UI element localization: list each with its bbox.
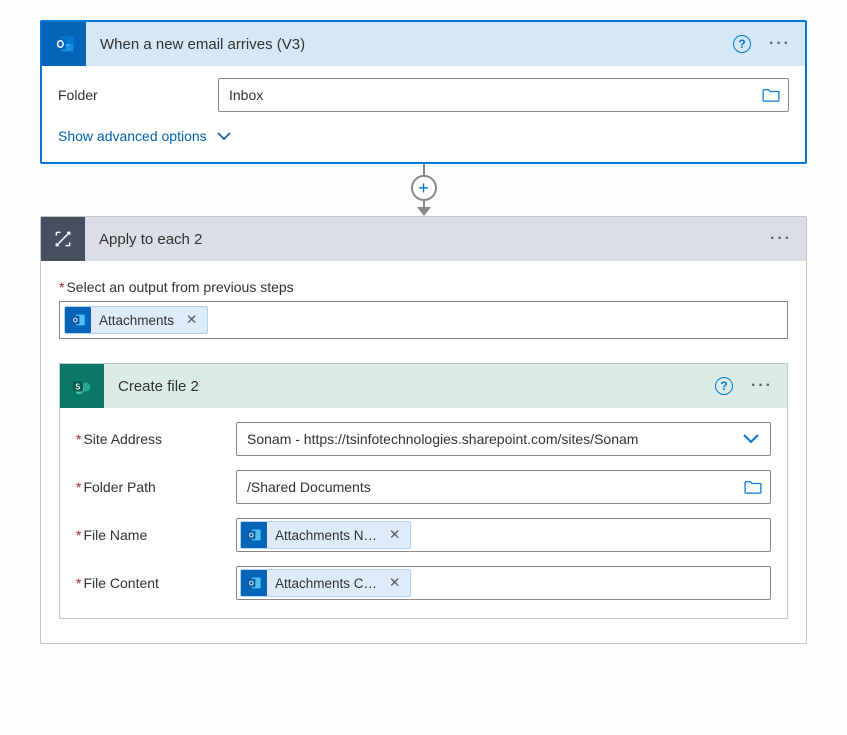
folder-picker-icon[interactable] bbox=[762, 88, 780, 102]
remove-token-icon[interactable]: ✕ bbox=[385, 527, 404, 543]
outlook-icon bbox=[65, 307, 91, 333]
trigger-title: When a new email arrives (V3) bbox=[86, 36, 805, 53]
sharepoint-icon bbox=[60, 364, 104, 408]
attachments-token[interactable]: Attachments ✕ bbox=[64, 306, 208, 334]
trigger-header[interactable]: When a new email arrives (V3) ? ··· bbox=[42, 22, 805, 66]
remove-token-icon[interactable]: ✕ bbox=[182, 312, 201, 328]
site-address-label: Site Address bbox=[76, 431, 236, 447]
help-icon[interactable]: ? bbox=[733, 35, 751, 53]
select-output-field[interactable]: Attachments ✕ bbox=[59, 301, 788, 339]
file-name-label: File Name bbox=[76, 527, 236, 543]
create-file-title: Create file 2 bbox=[104, 378, 787, 395]
loop-icon bbox=[41, 217, 85, 261]
arrow-down-icon bbox=[417, 207, 431, 216]
select-output-label: Select an output from previous steps bbox=[59, 279, 788, 295]
apply-to-each-card: Apply to each 2 ··· Select an output fro… bbox=[40, 216, 807, 644]
chevron-down-icon bbox=[217, 131, 231, 141]
add-step-button[interactable]: + bbox=[411, 175, 437, 201]
apply-to-each-menu-button[interactable]: ··· bbox=[770, 230, 796, 248]
apply-to-each-title: Apply to each 2 bbox=[85, 231, 806, 248]
help-icon[interactable]: ? bbox=[715, 377, 733, 395]
create-file-card: Create file 2 ? ··· Site Address Sonam -… bbox=[59, 363, 788, 619]
folder-input[interactable]: Inbox bbox=[218, 78, 789, 112]
outlook-icon bbox=[241, 570, 267, 596]
file-name-input[interactable]: Attachments N… ✕ bbox=[236, 518, 771, 552]
site-address-select[interactable]: Sonam - https://tsinfotechnologies.share… bbox=[236, 422, 771, 456]
folder-picker-icon[interactable] bbox=[744, 480, 762, 494]
create-file-menu-button[interactable]: ··· bbox=[751, 377, 777, 395]
outlook-icon bbox=[241, 522, 267, 548]
file-content-label: File Content bbox=[76, 575, 236, 591]
folder-label: Folder bbox=[58, 87, 218, 103]
folder-path-label: Folder Path bbox=[76, 479, 236, 495]
outlook-icon bbox=[42, 22, 86, 66]
folder-path-input[interactable]: /Shared Documents bbox=[236, 470, 771, 504]
file-content-input[interactable]: Attachments C… ✕ bbox=[236, 566, 771, 600]
remove-token-icon[interactable]: ✕ bbox=[385, 575, 404, 591]
chevron-down-icon bbox=[742, 433, 760, 445]
trigger-card: When a new email arrives (V3) ? ··· Fold… bbox=[40, 20, 807, 164]
attachments-content-token[interactable]: Attachments C… ✕ bbox=[240, 569, 411, 597]
create-file-header[interactable]: Create file 2 ? ··· bbox=[60, 364, 787, 408]
trigger-menu-button[interactable]: ··· bbox=[769, 35, 795, 53]
flow-connector: + bbox=[40, 164, 807, 216]
show-advanced-link[interactable]: Show advanced options bbox=[58, 124, 231, 146]
apply-to-each-header[interactable]: Apply to each 2 ··· bbox=[41, 217, 806, 261]
attachments-name-token[interactable]: Attachments N… ✕ bbox=[240, 521, 411, 549]
